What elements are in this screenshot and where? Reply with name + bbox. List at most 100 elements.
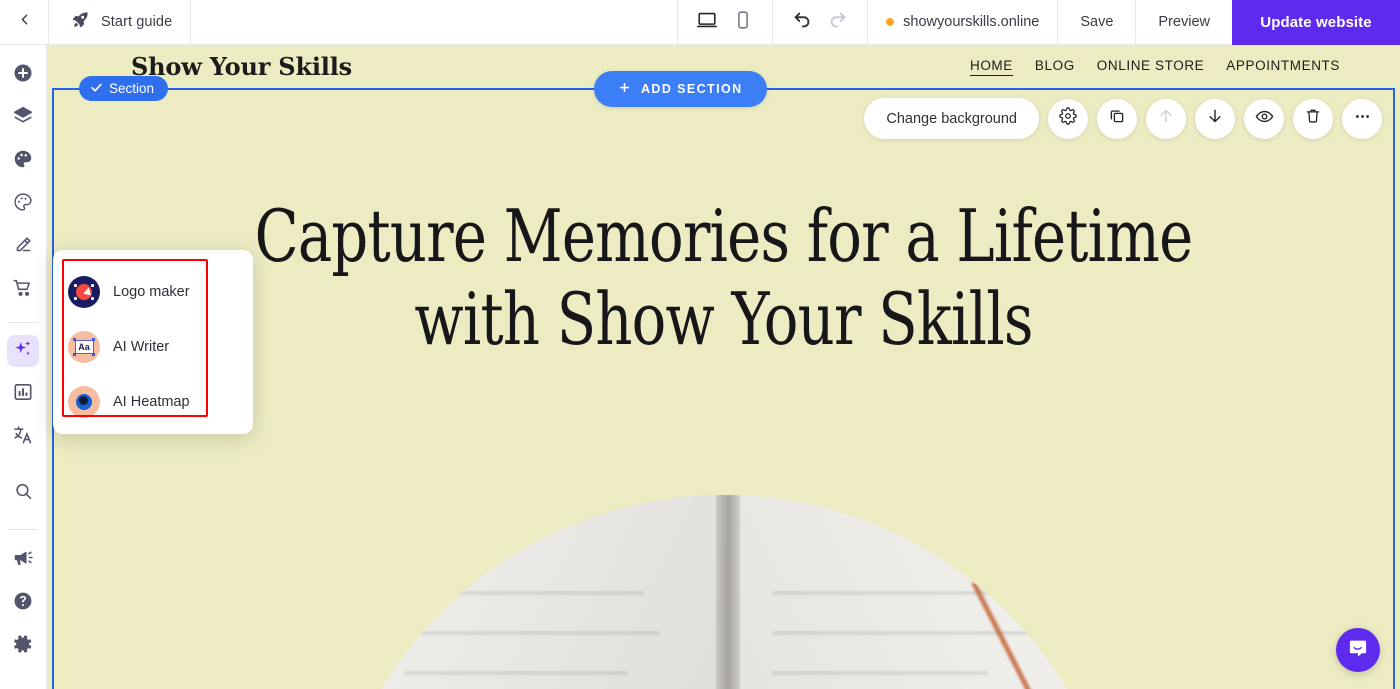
logo-maker-icon — [68, 276, 100, 308]
undo-button[interactable] — [789, 9, 815, 35]
page-text-line — [771, 671, 988, 675]
change-background-button[interactable]: Change background — [864, 98, 1039, 139]
section-move-down-button[interactable] — [1195, 98, 1235, 139]
palette-filled-icon — [12, 148, 34, 175]
start-guide-button[interactable]: Start guide — [49, 0, 190, 44]
redo-button[interactable] — [825, 9, 851, 35]
status-dot-icon — [886, 18, 895, 26]
sidebar-item-settings[interactable] — [7, 630, 39, 662]
page-text-line — [403, 591, 644, 595]
nav-item-online-store[interactable]: ONLINE STORE — [1097, 58, 1204, 75]
sidebar-item-colors[interactable] — [7, 188, 39, 220]
preview-button[interactable]: Preview — [1136, 0, 1232, 44]
nav-item-appointments[interactable]: APPOINTMENTS — [1226, 58, 1340, 75]
check-icon — [90, 81, 103, 97]
section-more-button[interactable] — [1342, 98, 1382, 139]
divider — [190, 0, 192, 44]
search-icon — [13, 481, 34, 507]
section-badge[interactable]: Section — [79, 76, 169, 101]
sidebar-item-analytics[interactable] — [7, 378, 39, 410]
page-text-line — [771, 591, 1012, 595]
gear-icon — [12, 633, 34, 660]
left-sidebar — [0, 45, 47, 689]
ai-tool-logo-maker[interactable]: Logo maker — [53, 264, 253, 320]
arrow-down-icon — [1206, 107, 1224, 130]
section-settings-button[interactable] — [1048, 98, 1088, 139]
plus-icon — [618, 81, 631, 97]
desktop-icon — [696, 9, 718, 36]
ai-tool-label: AI Writer — [113, 339, 170, 355]
back-button[interactable] — [0, 0, 48, 44]
history-group — [773, 9, 867, 35]
mobile-icon — [732, 9, 754, 36]
sidebar-item-layers[interactable] — [7, 102, 39, 134]
sidebar-item-store[interactable] — [7, 274, 39, 306]
section-hide-button[interactable] — [1244, 98, 1284, 139]
ai-tool-ai-writer[interactable]: Aa AI Writer — [53, 319, 253, 375]
ai-tool-label: AI Heatmap — [113, 394, 190, 410]
hero-line-2: with Show Your Skills — [414, 276, 1033, 361]
divider — [8, 322, 38, 323]
page-text-line — [403, 671, 628, 675]
section-move-up-button[interactable] — [1146, 98, 1186, 139]
undo-icon — [791, 9, 813, 36]
divider — [8, 529, 38, 530]
ai-tool-label: Logo maker — [113, 284, 190, 300]
save-button[interactable]: Save — [1058, 0, 1135, 44]
sidebar-item-search[interactable] — [7, 478, 39, 510]
cart-icon — [12, 277, 34, 304]
sidebar-item-translate[interactable] — [7, 421, 39, 453]
sidebar-item-add[interactable] — [7, 59, 39, 91]
chat-bubble-icon — [1346, 636, 1370, 665]
redo-icon — [827, 9, 849, 36]
hero-heading[interactable]: Capture Memories for a Lifetime with Sho… — [182, 195, 1264, 361]
site-navigation: HOME BLOG ONLINE STORE APPOINTMENTS — [969, 58, 1340, 76]
sidebar-item-marketing[interactable] — [7, 544, 39, 576]
hero-photo[interactable]: AUTO GEARS MC — [323, 495, 1124, 689]
book-spine — [715, 495, 740, 689]
sidebar-item-help[interactable] — [7, 587, 39, 619]
site-domain-label: showyourskills.online — [903, 14, 1040, 30]
mobile-view-button[interactable] — [728, 7, 758, 37]
sidebar-item-theme[interactable] — [7, 145, 39, 177]
sidebar-top-group — [7, 45, 39, 464]
chat-support-button[interactable] — [1336, 628, 1380, 672]
ai-heatmap-icon — [68, 386, 100, 418]
plus-circle-icon — [12, 62, 34, 89]
hero-line-1: Capture Memories for a Lifetime — [254, 194, 1194, 278]
copy-icon — [1108, 107, 1126, 130]
add-section-label: ADD SECTION — [641, 82, 743, 96]
arrow-up-icon — [1157, 107, 1175, 130]
section-duplicate-button[interactable] — [1097, 98, 1137, 139]
section-delete-button[interactable] — [1293, 98, 1333, 139]
pencil-icon — [12, 234, 34, 261]
start-guide-label: Start guide — [101, 14, 173, 30]
ai-tools-popover: Logo maker Aa AI Writer AI Heatmap — [53, 250, 253, 434]
site-logo[interactable]: Show Your Skills — [131, 52, 352, 81]
eye-icon — [1255, 107, 1274, 131]
sidebar-item-design[interactable] — [7, 231, 39, 263]
section-badge-label: Section — [109, 81, 155, 96]
ai-writer-icon: Aa — [68, 331, 100, 363]
add-section-button[interactable]: ADD SECTION — [594, 71, 767, 107]
update-website-button[interactable]: Update website — [1232, 0, 1400, 45]
bar-chart-icon — [12, 381, 34, 408]
palette-outline-icon — [12, 191, 34, 218]
page-text-line — [771, 631, 1036, 635]
nav-item-home[interactable]: HOME — [969, 58, 1013, 76]
sidebar-item-ai-tools[interactable] — [7, 335, 39, 367]
device-preview-group — [678, 7, 772, 37]
site-domain-button[interactable]: showyourskills.online — [868, 0, 1057, 44]
sparkles-icon — [12, 338, 34, 365]
chevron-left-icon — [16, 11, 33, 33]
question-circle-icon — [12, 590, 34, 617]
megaphone-icon — [12, 547, 34, 574]
ai-tool-ai-heatmap[interactable]: AI Heatmap — [53, 374, 253, 430]
desktop-view-button[interactable] — [692, 7, 722, 37]
translate-icon — [12, 424, 34, 451]
layers-icon — [12, 105, 34, 132]
page-text-line — [403, 631, 660, 635]
nav-item-blog[interactable]: BLOG — [1035, 58, 1075, 75]
gear-icon — [1059, 107, 1077, 130]
top-toolbar: Start guide showyourskills.online Save P… — [0, 0, 1400, 45]
